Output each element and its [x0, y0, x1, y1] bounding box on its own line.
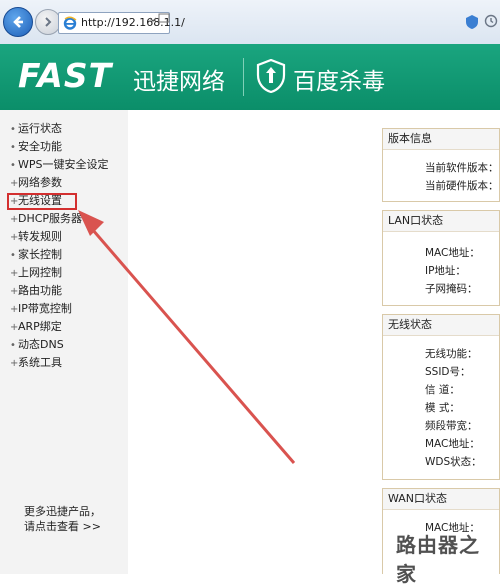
- sidebar-item-network[interactable]: +网络参数: [10, 174, 62, 192]
- sidebar-item-bandwidth[interactable]: +IP带宽控制: [10, 300, 72, 318]
- back-arrow-icon: [13, 16, 23, 28]
- wireless-status-title: 无线状态: [383, 315, 499, 336]
- wireless-mac-label: MAC地址：: [425, 438, 480, 450]
- sidebar-item-label: 网络参数: [18, 176, 62, 189]
- header-banner: FAST 迅捷网络 百度杀毒: [0, 44, 500, 110]
- wireless-highlight-box: [7, 193, 77, 210]
- bandwidth-label: 频段带宽：: [425, 420, 478, 432]
- wireless-status-panel: 无线状态 无线功能： SSID号： 信 道： 模 式： 频段带宽： MAC地址：…: [382, 314, 500, 480]
- sidebar-item-parental[interactable]: • 家长控制: [10, 246, 62, 264]
- sidebar-item-label: 系统工具: [18, 356, 62, 369]
- baidu-antivirus-label: 百度杀毒: [293, 69, 385, 95]
- more-products-line2: 请点击查看 >>: [24, 520, 101, 533]
- sidebar-item-label: 安全功能: [18, 140, 62, 153]
- sidebar-item-label: IP带宽控制: [18, 302, 72, 315]
- more-products-line1: 更多迅捷产品，: [24, 505, 101, 518]
- sidebar-item-label: 家长控制: [18, 248, 62, 261]
- sidebar-item-label: ARP绑定: [18, 320, 62, 333]
- hardware-version-label: 当前硬件版本：: [425, 180, 499, 192]
- wireless-function-label: 无线功能：: [425, 348, 478, 360]
- sidebar-item-label: 路由功能: [18, 284, 62, 297]
- wan-status-title: WAN口状态: [383, 489, 499, 510]
- lan-status-title: LAN口状态: [383, 211, 499, 232]
- sidebar-item-label: DHCP服务器: [18, 212, 83, 225]
- forward-arrow-icon: [45, 17, 52, 27]
- history-icon[interactable]: [484, 14, 498, 32]
- baidu-antivirus-shield-icon: [256, 59, 286, 93]
- software-version-label: 当前软件版本：: [425, 162, 499, 174]
- compatibility-icon[interactable]: [158, 12, 170, 28]
- browser-toolbar: http://192.168.1.1/: [0, 0, 500, 45]
- sidebar-item-arp[interactable]: +ARP绑定: [10, 318, 62, 336]
- watermark-text: 路由器之家: [396, 533, 480, 586]
- sidebar-item-dhcp[interactable]: +DHCP服务器: [10, 210, 82, 228]
- lan-status-panel: LAN口状态 MAC地址： IP地址： 子网掩码：: [382, 210, 500, 306]
- back-button[interactable]: [3, 7, 33, 37]
- ssid-label: SSID号：: [425, 366, 471, 378]
- wds-status-label: WDS状态：: [425, 456, 482, 468]
- sidebar-item-label: 运行状态: [18, 122, 62, 135]
- sidebar-item-routing[interactable]: +路由功能: [10, 282, 62, 300]
- lan-ip-label: IP地址：: [425, 265, 466, 277]
- sidebar-item-wps[interactable]: • WPS一键安全设定: [10, 156, 109, 174]
- sidebar-item-system-tools[interactable]: +系统工具: [10, 354, 62, 372]
- sidebar-item-label: 动态DNS: [18, 338, 64, 351]
- brand-chinese-name: 迅捷网络: [133, 69, 225, 95]
- sidebar-item-label: 转发规则: [18, 230, 62, 243]
- sidebar-item-run-status[interactable]: • 运行状态: [10, 120, 62, 138]
- address-dropdown-icon[interactable]: [148, 12, 158, 28]
- sidebar-menu: • 运行状态 • 安全功能 • WPS一键安全设定 +网络参数 +无线设置 +DHCP…: [0, 110, 128, 574]
- sidebar-item-security[interactable]: • 安全功能: [10, 138, 62, 156]
- channel-label: 信 道：: [425, 384, 460, 396]
- sidebar-item-forwarding[interactable]: +转发规则: [10, 228, 62, 246]
- version-info-title: 版本信息: [383, 129, 499, 150]
- mode-label: 模 式：: [425, 402, 460, 414]
- sidebar-item-label: WPS一键安全设定: [18, 158, 109, 171]
- brand-logo: FAST: [18, 56, 113, 95]
- lan-mask-label: 子网掩码：: [425, 283, 478, 295]
- version-info-panel: 版本信息 当前软件版本： 当前硬件版本：: [382, 128, 500, 202]
- sidebar-item-ddns[interactable]: • 动态DNS: [10, 336, 64, 354]
- shield-status-icon[interactable]: [464, 14, 480, 34]
- more-products-link[interactable]: 更多迅捷产品， 请点击查看 >>: [24, 504, 101, 534]
- sidebar-item-label: 上网控制: [18, 266, 62, 279]
- sidebar-item-access-control[interactable]: +上网控制: [10, 264, 62, 282]
- lan-mac-label: MAC地址：: [425, 247, 480, 259]
- ie-favicon: [63, 16, 77, 30]
- banner-divider: [243, 58, 244, 96]
